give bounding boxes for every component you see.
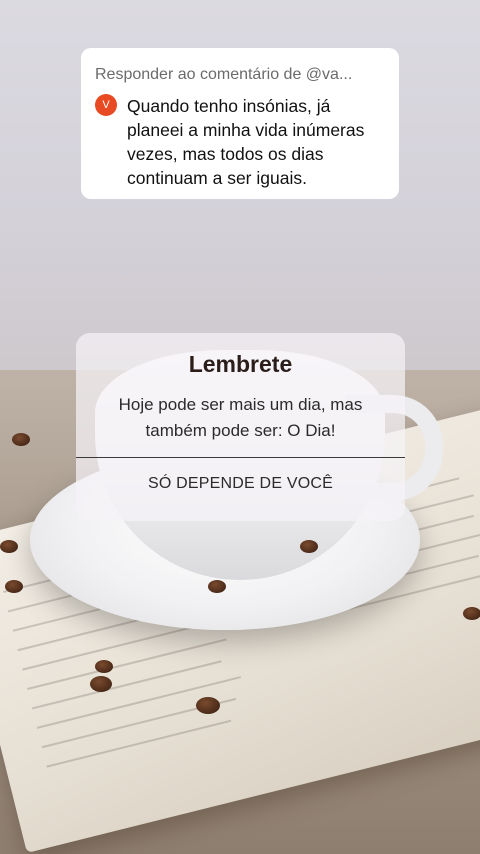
coffee-bean <box>463 607 480 620</box>
coffee-bean <box>300 540 318 553</box>
coffee-bean <box>208 580 226 593</box>
coffee-bean <box>196 697 220 714</box>
reminder-text: Hoje pode ser mais um dia, mas também po… <box>118 395 363 440</box>
reply-header: Responder ao comentário de @va... <box>95 66 353 83</box>
comment-text: Quando tenho insónias, já planeei a minh… <box>127 96 365 188</box>
user-avatar: V <box>95 94 117 116</box>
reply-comment-card[interactable]: Responder ao comentário de @va... V Quan… <box>81 48 399 199</box>
reminder-footer: SÓ DEPENDE DE VOCÊ <box>148 475 333 492</box>
divider <box>76 457 405 458</box>
coffee-bean <box>12 433 30 446</box>
coffee-bean <box>95 660 113 673</box>
reminder-title: Lembrete <box>188 351 293 377</box>
coffee-bean <box>5 580 23 593</box>
reminder-card: Lembrete Hoje pode ser mais um dia, mas … <box>76 333 405 521</box>
coffee-bean <box>90 676 112 692</box>
comment-body: V Quando tenho insónias, já planeei a mi… <box>95 94 385 190</box>
coffee-bean <box>0 540 18 553</box>
